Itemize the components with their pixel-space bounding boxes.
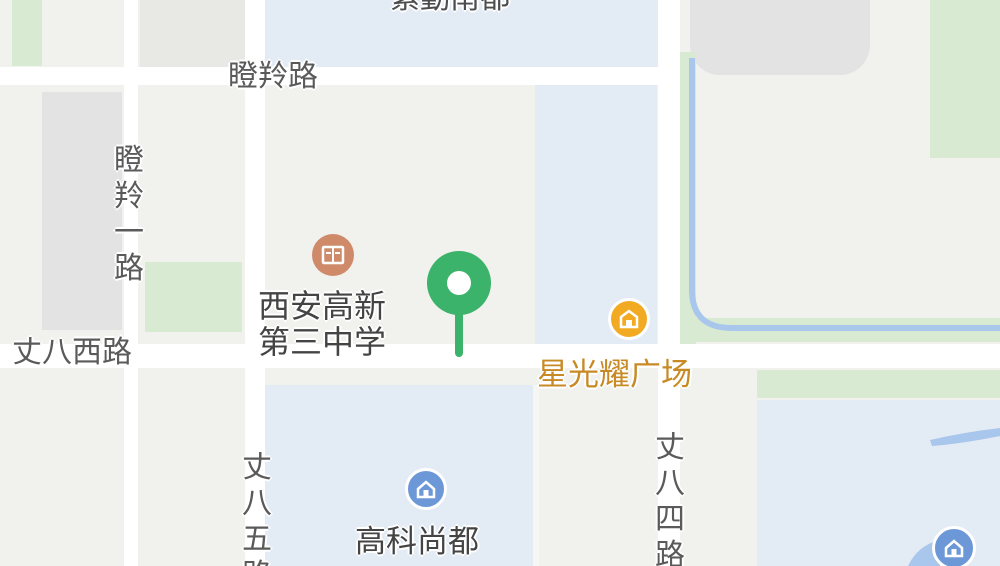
map-canvas[interactable]: 瞪羚路 丈八西路 瞪羚一路 丈八五路 丈八四路 紫勤南都 西安高新第三中学 星光… — [0, 0, 1000, 566]
poi-label-school-text: 西安高新第三中学 — [258, 287, 387, 361]
road-label-right-vertical: 丈八四路 — [655, 430, 685, 566]
shopping-icon[interactable] — [608, 298, 650, 340]
road-top-horizontal — [0, 67, 680, 85]
road-small-vertical — [533, 385, 539, 566]
home-icon[interactable] — [405, 468, 447, 510]
road-label-middle: 丈八西路 — [12, 335, 132, 370]
poi-label-residential[interactable]: 高科尚都 — [355, 525, 479, 559]
road-label-top: 瞪羚路 — [228, 59, 318, 94]
road-middle-horizontal — [0, 344, 1000, 368]
poi-label-school[interactable]: 西安高新第三中学 — [258, 288, 408, 360]
home-icon-right[interactable] — [932, 526, 976, 566]
road-label-bottom-left-vertical: 丈八五路 — [242, 450, 272, 566]
poi-label-top-cutoff[interactable]: 紫勤南都 — [390, 0, 510, 14]
school-icon[interactable] — [312, 234, 354, 276]
road-label-left-vertical: 瞪羚一路 — [114, 143, 144, 286]
poi-label-plaza[interactable]: 星光耀广场 — [537, 358, 692, 392]
location-pin-icon[interactable] — [424, 248, 494, 358]
